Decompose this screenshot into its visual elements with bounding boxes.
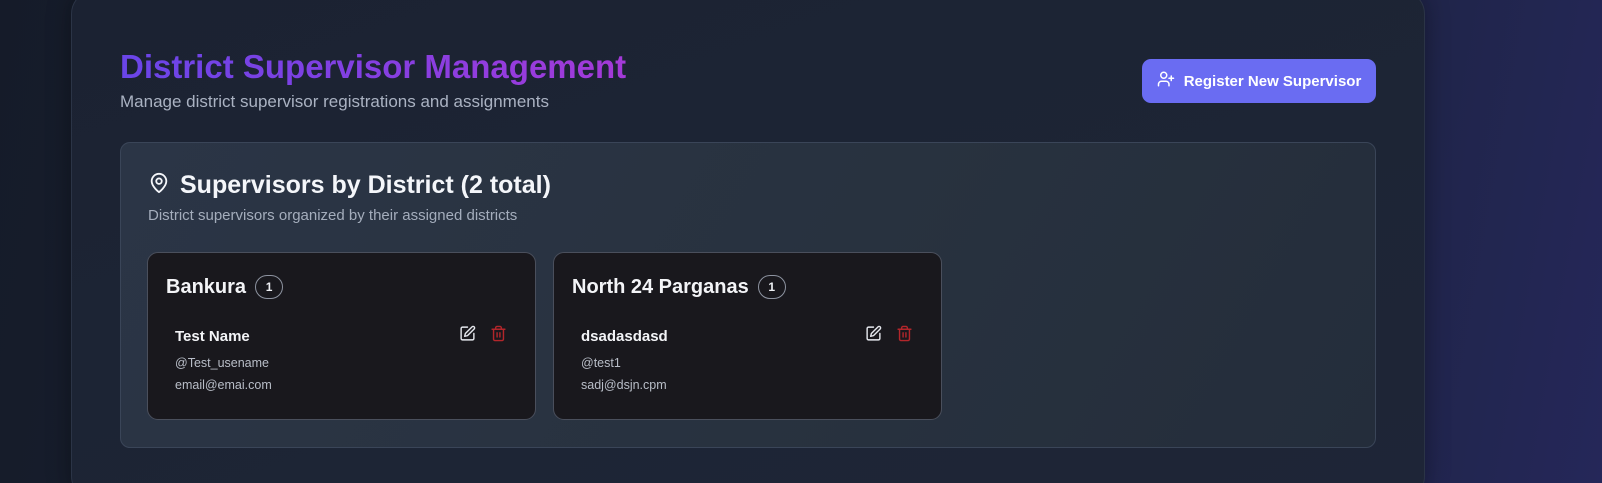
district-card: North 24 Parganas 1 dsadasdasd @test1 sa…: [553, 252, 942, 420]
supervisor-username: @test1: [581, 356, 621, 370]
supervisor-name: dsadasdasd: [581, 328, 668, 345]
district-card: Bankura 1 Test Name @Test_usename email@…: [147, 252, 536, 420]
delete-supervisor-button[interactable]: [488, 325, 508, 347]
section-description: District supervisors organized by their …: [148, 207, 518, 224]
delete-supervisor-button[interactable]: [894, 325, 914, 347]
edit-supervisor-button[interactable]: [863, 325, 883, 347]
trash-icon: [896, 325, 913, 347]
user-plus-icon: [1157, 70, 1175, 92]
supervisors-section: Supervisors by District (2 total) Distri…: [120, 142, 1376, 448]
edit-icon: [459, 325, 476, 347]
district-name: North 24 Parganas: [572, 275, 749, 298]
page-title: District Supervisor Management: [120, 46, 626, 88]
supervisor-count-badge: 1: [757, 275, 786, 299]
page-header: District Supervisor Management Manage di…: [120, 46, 626, 112]
page-subtitle: Manage district supervisor registrations…: [120, 92, 549, 111]
district-name: Bankura: [166, 275, 247, 298]
district-header: Bankura 1: [166, 275, 284, 299]
map-pin-icon: [148, 172, 170, 199]
register-supervisor-button[interactable]: Register New Supervisor: [1142, 59, 1376, 103]
edit-supervisor-button[interactable]: [457, 325, 477, 347]
trash-icon: [490, 325, 507, 347]
edit-icon: [865, 325, 882, 347]
district-header: North 24 Parganas 1: [572, 275, 786, 299]
section-title: Supervisors by District (2 total): [180, 171, 551, 199]
section-header: Supervisors by District (2 total): [148, 171, 551, 200]
supervisor-email: email@emai.com: [175, 378, 272, 392]
register-button-label: Register New Supervisor: [1183, 72, 1362, 90]
supervisor-count-badge: 1: [255, 275, 284, 299]
supervisor-name: Test Name: [175, 328, 250, 345]
supervisor-email: sadj@dsjn.cpm: [581, 378, 667, 392]
supervisor-username: @Test_usename: [175, 356, 269, 370]
